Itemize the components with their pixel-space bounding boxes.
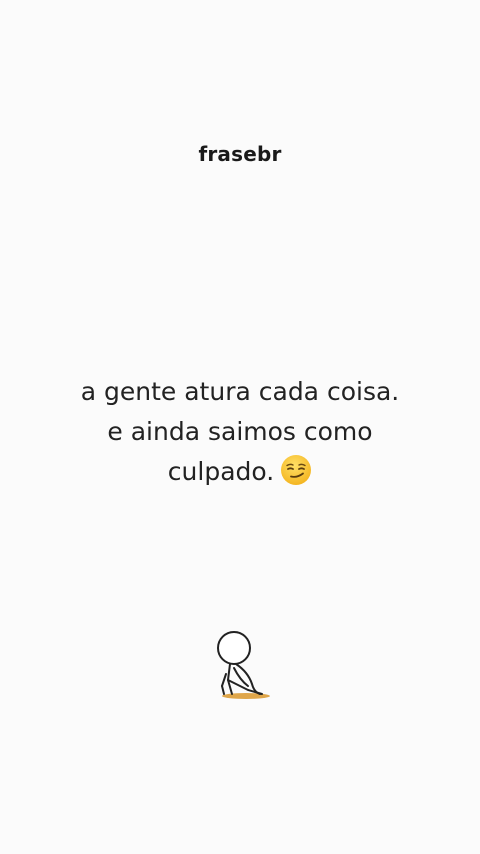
brand-name: frasebr	[198, 142, 282, 166]
stick-figure-sitting-icon	[217, 631, 270, 699]
quote-line-3: culpado.	[167, 457, 275, 486]
quote-line-2: e ainda saimos como	[107, 417, 373, 446]
smirking-face-icon	[281, 455, 312, 485]
quote-line-3-wrap: culpado.	[40, 452, 440, 492]
quote-text: a gente atura cada coisa. e ainda saimos…	[40, 372, 440, 492]
quote-line-1: a gente atura cada coisa.	[80, 377, 400, 406]
